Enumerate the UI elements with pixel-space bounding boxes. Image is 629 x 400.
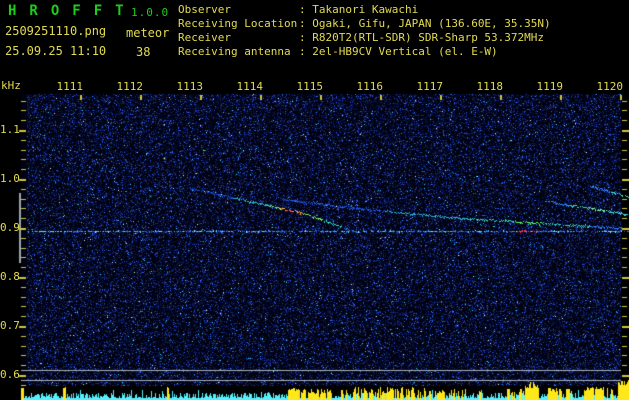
- freq-tick-label: 0.8: [0, 270, 20, 283]
- hrofft-app-window: HROFFT 1.0.0 2509251110.png meteor 25.09…: [0, 0, 629, 400]
- info-value: Ogaki, Gifu, JAPAN (136.60E, 35.35N): [312, 17, 551, 30]
- freq-tick-label: 0.9: [0, 221, 20, 234]
- info-label: Receiver: [178, 31, 231, 44]
- info-value: Takanori Kawachi: [312, 3, 419, 16]
- output-filename: 2509251110.png: [5, 24, 107, 38]
- spectrogram-canvas: [0, 0, 629, 400]
- info-value: R820T2(RTL-SDR) SDR-Sharp 53.372MHz: [312, 31, 545, 44]
- info-row: Observer: Takanori Kawachi: [178, 3, 551, 17]
- time-tick-label: 1120: [596, 80, 624, 93]
- time-tick-label: 1114: [236, 80, 264, 93]
- time-tick-label: 1116: [356, 80, 384, 93]
- time-tick-label: 1117: [416, 80, 444, 93]
- time-tick-label: 1118: [476, 80, 504, 93]
- freq-tick-label: 1.0: [0, 172, 20, 185]
- info-row: Receiving antenna: 2el-HB9CV Vertical (e…: [178, 45, 551, 59]
- freq-tick-label: 0.7: [0, 319, 20, 332]
- info-separator: :: [299, 17, 313, 30]
- info-label: Receiving antenna: [178, 45, 291, 58]
- info-separator: :: [299, 45, 313, 58]
- datetime-label: 25.09.25 11:10: [5, 44, 107, 58]
- info-separator: :: [299, 3, 313, 16]
- info-separator: :: [299, 31, 313, 44]
- freq-axis-unit: kHz: [1, 79, 21, 92]
- info-row: Receiver: R820T2(RTL-SDR) SDR-Sharp 53.3…: [178, 31, 551, 45]
- info-label: Receiving Location: [178, 17, 298, 30]
- freq-tick-label: 0.6: [0, 368, 20, 381]
- mode-label: meteor: [126, 26, 170, 40]
- time-tick-label: 1112: [116, 80, 144, 93]
- echo-count: 38: [136, 45, 151, 59]
- time-tick-label: 1111: [56, 80, 84, 93]
- info-value: 2el-HB9CV Vertical (el. E-W): [312, 45, 498, 58]
- info-label: Observer: [178, 3, 231, 16]
- app-version: 1.0.0: [131, 6, 170, 19]
- app-title: HROFFT: [8, 3, 137, 19]
- time-tick-label: 1113: [176, 80, 204, 93]
- time-tick-label: 1115: [296, 80, 324, 93]
- info-panel: Observer: Takanori Kawachi Receiving Loca…: [178, 3, 551, 59]
- time-tick-label: 1119: [536, 80, 564, 93]
- info-row: Receiving Location: Ogaki, Gifu, JAPAN (…: [178, 17, 551, 31]
- freq-tick-label: 1.1: [0, 123, 20, 136]
